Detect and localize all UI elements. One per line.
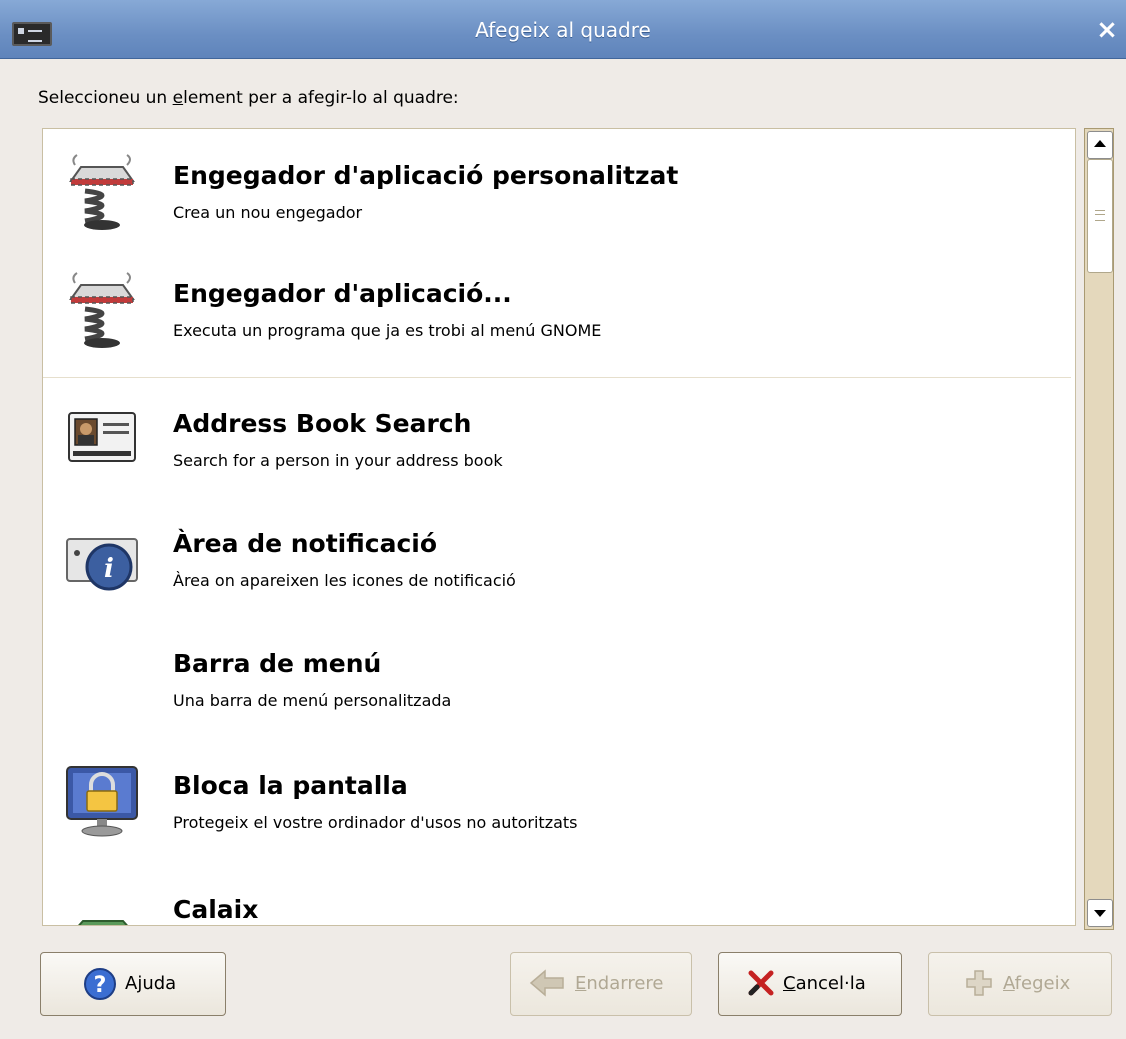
svg-text:?: ? xyxy=(94,973,107,998)
title-bar[interactable]: Afegeix al quadre × xyxy=(0,0,1126,59)
add-label-end: fegeix xyxy=(1014,973,1071,994)
cancel-x-icon xyxy=(748,970,774,996)
arrow-down-icon xyxy=(1094,910,1106,917)
grip-icon xyxy=(1095,210,1105,221)
item-description: Executa un programa que ja es trobi al m… xyxy=(173,321,602,340)
item-name: Àrea de notificació xyxy=(173,529,438,558)
instruction-label: Seleccioneu un element per a afegir-lo a… xyxy=(38,88,459,108)
add-label-mnemonic: A xyxy=(1003,973,1015,994)
instruction-text-start: Seleccioneu un xyxy=(38,88,173,108)
cancel-button[interactable]: Cancel·la xyxy=(718,952,902,1016)
list-item[interactable]: Address Book Search Search for a person … xyxy=(43,379,1075,495)
applet-list[interactable]: Engegador d'aplicació personalitzat Crea… xyxy=(42,128,1076,926)
add-button[interactable]: Afegeix xyxy=(928,952,1112,1016)
plus-icon xyxy=(966,970,992,996)
back-button[interactable]: Endarrere xyxy=(510,952,692,1016)
address-card-icon xyxy=(68,412,136,462)
item-description: Protegeix el vostre ordinador d'usos no … xyxy=(173,813,578,832)
drawer-icon xyxy=(78,920,128,925)
svg-text:i: i xyxy=(104,554,114,584)
window-title: Afegeix al quadre xyxy=(475,18,651,42)
list-item[interactable]: i Àrea de notificació Àrea on apareixen … xyxy=(43,499,1075,615)
launcher-spring-icon xyxy=(69,272,135,348)
help-label-start: A xyxy=(125,973,138,994)
list-item[interactable]: Barra de menú Una barra de menú personal… xyxy=(43,619,1075,735)
help-button[interactable]: ? Ajuda xyxy=(40,952,226,1016)
item-name: Engegador d'aplicació... xyxy=(173,279,512,308)
list-item[interactable]: Bloca la pantalla Protegeix el vostre or… xyxy=(43,741,1075,857)
item-description: Search for a person in your address book xyxy=(173,451,503,470)
cancel-label-mnemonic: C xyxy=(783,973,796,994)
close-icon[interactable]: × xyxy=(1092,16,1122,44)
arrow-left-icon xyxy=(529,969,564,997)
item-description: Àrea on apareixen les icones de notifica… xyxy=(173,571,516,590)
instruction-mnemonic: e xyxy=(172,88,184,108)
list-item[interactable]: Calaix xyxy=(43,865,1075,925)
scroll-down-button[interactable] xyxy=(1087,899,1113,927)
cancel-label-end: ancel·la xyxy=(795,973,866,994)
instruction-text-end: lement per a afegir-lo al quadre: xyxy=(183,88,459,108)
help-icon: ? xyxy=(84,968,116,1000)
add-button-label: Afegeix xyxy=(1003,973,1070,994)
help-label-end: uda xyxy=(142,973,177,994)
add-to-panel-dialog: Afegeix al quadre × Seleccioneu un eleme… xyxy=(0,0,1126,1039)
notification-area-icon: i xyxy=(66,538,138,591)
help-button-label: Ajuda xyxy=(125,973,176,994)
cancel-button-label: Cancel·la xyxy=(783,973,866,994)
item-name: Address Book Search xyxy=(173,409,472,438)
list-item[interactable]: Engegador d'aplicació... Executa un prog… xyxy=(43,249,1075,365)
list-item[interactable]: Engegador d'aplicació personalitzat Crea… xyxy=(43,131,1075,247)
back-button-label: Endarrere xyxy=(575,973,663,994)
list-scrollbar[interactable] xyxy=(1084,128,1114,930)
item-description: Una barra de menú personalitzada xyxy=(173,691,452,710)
item-name: Barra de menú xyxy=(173,649,382,678)
list-separator xyxy=(43,377,1071,378)
item-name: Engegador d'aplicació personalitzat xyxy=(173,161,679,190)
scroll-thumb[interactable] xyxy=(1087,159,1113,273)
item-description: Crea un nou engegador xyxy=(173,203,363,222)
item-name: Bloca la pantalla xyxy=(173,771,408,800)
back-label-end: ndarrere xyxy=(586,973,664,994)
launcher-spring-icon xyxy=(69,154,135,230)
item-name: Calaix xyxy=(173,895,259,924)
back-label-mnemonic: E xyxy=(575,973,587,994)
lock-screen-icon xyxy=(66,766,138,837)
arrow-up-icon xyxy=(1094,140,1106,147)
scroll-up-button[interactable] xyxy=(1087,131,1113,159)
